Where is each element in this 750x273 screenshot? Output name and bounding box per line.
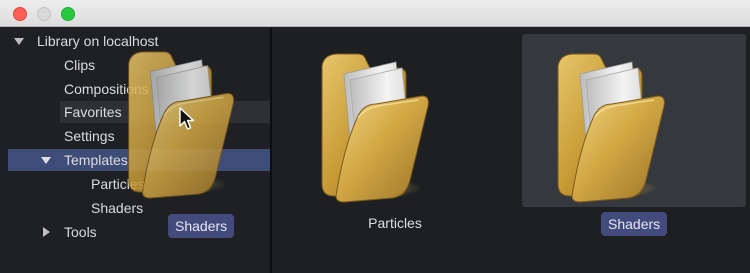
sidebar-item-label: Templates <box>64 152 128 168</box>
sidebar-item-label: Settings <box>64 128 115 144</box>
sidebar-item-label: Favorites <box>64 104 122 120</box>
disclosure-expanded-icon[interactable] <box>14 38 24 45</box>
minimize-window-button[interactable] <box>37 7 51 21</box>
close-window-button[interactable] <box>13 7 27 21</box>
disclosure-expanded-icon[interactable] <box>41 157 51 164</box>
title-bar <box>0 0 750 27</box>
sidebar-item-label: Tools <box>64 224 97 240</box>
drag-label-tag: Shaders <box>168 214 235 238</box>
sidebar-item-label: Clips <box>64 57 96 73</box>
mouse-pointer-icon <box>179 107 195 130</box>
folder-tile-shaders[interactable]: Shaders <box>522 34 746 244</box>
folder-tile-label: Particles <box>368 215 422 231</box>
folder-tile-particles[interactable]: Particles <box>300 40 490 240</box>
folder-tile-label: Shaders <box>601 212 668 236</box>
zoom-window-button[interactable] <box>61 7 75 21</box>
folder-icon <box>557 53 666 203</box>
folder-icon <box>321 53 430 203</box>
disclosure-collapsed-icon[interactable] <box>43 227 50 237</box>
